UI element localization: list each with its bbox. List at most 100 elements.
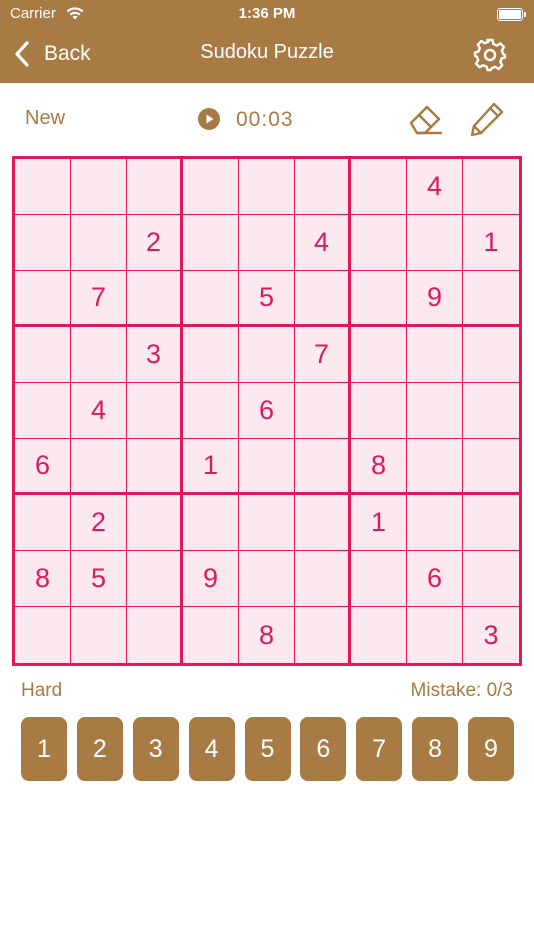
sudoku-cell[interactable] <box>15 327 71 383</box>
sudoku-cell[interactable] <box>127 439 183 495</box>
sudoku-cell[interactable]: 7 <box>71 271 127 327</box>
sudoku-cell[interactable] <box>71 327 127 383</box>
sudoku-cell[interactable]: 2 <box>71 495 127 551</box>
difficulty-label: Hard <box>21 680 63 701</box>
sudoku-cell[interactable] <box>183 271 239 327</box>
page-title: Sudoku Puzzle <box>200 41 334 63</box>
sudoku-cell[interactable] <box>239 551 295 607</box>
sudoku-cell[interactable] <box>239 159 295 215</box>
sudoku-cell[interactable] <box>15 159 71 215</box>
number-button-8[interactable]: 8 <box>412 717 459 781</box>
sudoku-cell[interactable] <box>463 159 519 215</box>
number-button-7[interactable]: 7 <box>356 717 403 781</box>
sudoku-cell[interactable] <box>15 215 71 271</box>
sudoku-cell[interactable] <box>407 215 463 271</box>
sudoku-cell[interactable] <box>295 159 351 215</box>
sudoku-cell[interactable] <box>71 607 127 663</box>
sudoku-cell[interactable] <box>71 159 127 215</box>
number-button-4[interactable]: 4 <box>188 717 235 781</box>
sudoku-cell[interactable] <box>407 607 463 663</box>
sudoku-cell[interactable] <box>463 327 519 383</box>
sudoku-cell[interactable] <box>351 551 407 607</box>
new-game-button[interactable]: New <box>25 107 65 130</box>
sudoku-cell[interactable] <box>127 551 183 607</box>
sudoku-cell[interactable] <box>183 495 239 551</box>
sudoku-cell[interactable] <box>407 383 463 439</box>
sudoku-cell[interactable] <box>239 215 295 271</box>
number-button-6[interactable]: 6 <box>300 717 347 781</box>
sudoku-cell[interactable]: 1 <box>463 215 519 271</box>
sudoku-cell[interactable]: 8 <box>239 607 295 663</box>
sudoku-cell[interactable] <box>463 439 519 495</box>
sudoku-cell[interactable] <box>15 383 71 439</box>
sudoku-cell[interactable]: 5 <box>239 271 295 327</box>
sudoku-cell[interactable] <box>183 383 239 439</box>
pencil-icon[interactable] <box>468 100 506 138</box>
sudoku-cell[interactable]: 2 <box>127 215 183 271</box>
eraser-icon[interactable] <box>405 101 445 137</box>
sudoku-cell[interactable] <box>295 495 351 551</box>
sudoku-cell[interactable] <box>127 607 183 663</box>
sudoku-cell[interactable] <box>463 271 519 327</box>
sudoku-cell[interactable] <box>351 383 407 439</box>
sudoku-cell[interactable] <box>183 159 239 215</box>
number-button-3[interactable]: 3 <box>132 717 179 781</box>
sudoku-cell[interactable] <box>407 327 463 383</box>
sudoku-cell[interactable] <box>351 215 407 271</box>
sudoku-cell[interactable] <box>239 495 295 551</box>
sudoku-cell[interactable]: 7 <box>295 327 351 383</box>
sudoku-cell[interactable] <box>463 495 519 551</box>
sudoku-cell[interactable] <box>71 439 127 495</box>
sudoku-cell[interactable]: 1 <box>183 439 239 495</box>
sudoku-cell[interactable] <box>183 327 239 383</box>
sudoku-cell[interactable]: 4 <box>295 215 351 271</box>
sudoku-cell[interactable] <box>407 439 463 495</box>
sudoku-cell[interactable]: 1 <box>351 495 407 551</box>
number-button-2[interactable]: 2 <box>76 717 123 781</box>
sudoku-cell[interactable] <box>183 215 239 271</box>
number-pad: 123456789 <box>21 717 514 781</box>
sudoku-cell[interactable] <box>351 607 407 663</box>
sudoku-cell[interactable] <box>295 271 351 327</box>
sudoku-cell[interactable]: 4 <box>407 159 463 215</box>
sudoku-cell[interactable] <box>463 551 519 607</box>
sudoku-cell[interactable] <box>183 607 239 663</box>
sudoku-cell[interactable] <box>15 495 71 551</box>
sudoku-cell[interactable] <box>351 159 407 215</box>
number-button-5[interactable]: 5 <box>244 717 291 781</box>
sudoku-cell[interactable] <box>463 383 519 439</box>
sudoku-cell[interactable]: 8 <box>15 551 71 607</box>
play-icon[interactable] <box>197 107 221 131</box>
sudoku-cell[interactable] <box>15 607 71 663</box>
sudoku-cell[interactable]: 9 <box>183 551 239 607</box>
sudoku-cell[interactable] <box>127 271 183 327</box>
sudoku-cell[interactable]: 6 <box>407 551 463 607</box>
mistake-count: 0/3 <box>486 680 513 701</box>
sudoku-cell[interactable] <box>127 383 183 439</box>
sudoku-cell[interactable] <box>239 439 295 495</box>
sudoku-cell[interactable] <box>239 327 295 383</box>
sudoku-cell[interactable]: 6 <box>15 439 71 495</box>
sudoku-cell[interactable] <box>351 327 407 383</box>
sudoku-cell[interactable]: 8 <box>351 439 407 495</box>
sudoku-cell[interactable]: 5 <box>71 551 127 607</box>
sudoku-cell[interactable] <box>295 439 351 495</box>
mistake-label: Mistake: <box>410 680 482 701</box>
number-button-9[interactable]: 9 <box>468 717 514 781</box>
gear-icon[interactable] <box>472 37 508 73</box>
sudoku-cell[interactable] <box>295 383 351 439</box>
sudoku-cell[interactable]: 6 <box>239 383 295 439</box>
sudoku-cell[interactable] <box>295 551 351 607</box>
sudoku-cell[interactable] <box>127 495 183 551</box>
sudoku-cell[interactable]: 3 <box>463 607 519 663</box>
number-button-1[interactable]: 1 <box>21 717 67 781</box>
sudoku-cell[interactable]: 9 <box>407 271 463 327</box>
sudoku-cell[interactable] <box>295 607 351 663</box>
sudoku-cell[interactable] <box>127 159 183 215</box>
sudoku-cell[interactable]: 3 <box>127 327 183 383</box>
sudoku-cell[interactable] <box>407 495 463 551</box>
sudoku-cell[interactable] <box>351 271 407 327</box>
sudoku-cell[interactable] <box>71 215 127 271</box>
sudoku-cell[interactable]: 4 <box>71 383 127 439</box>
sudoku-cell[interactable] <box>15 271 71 327</box>
